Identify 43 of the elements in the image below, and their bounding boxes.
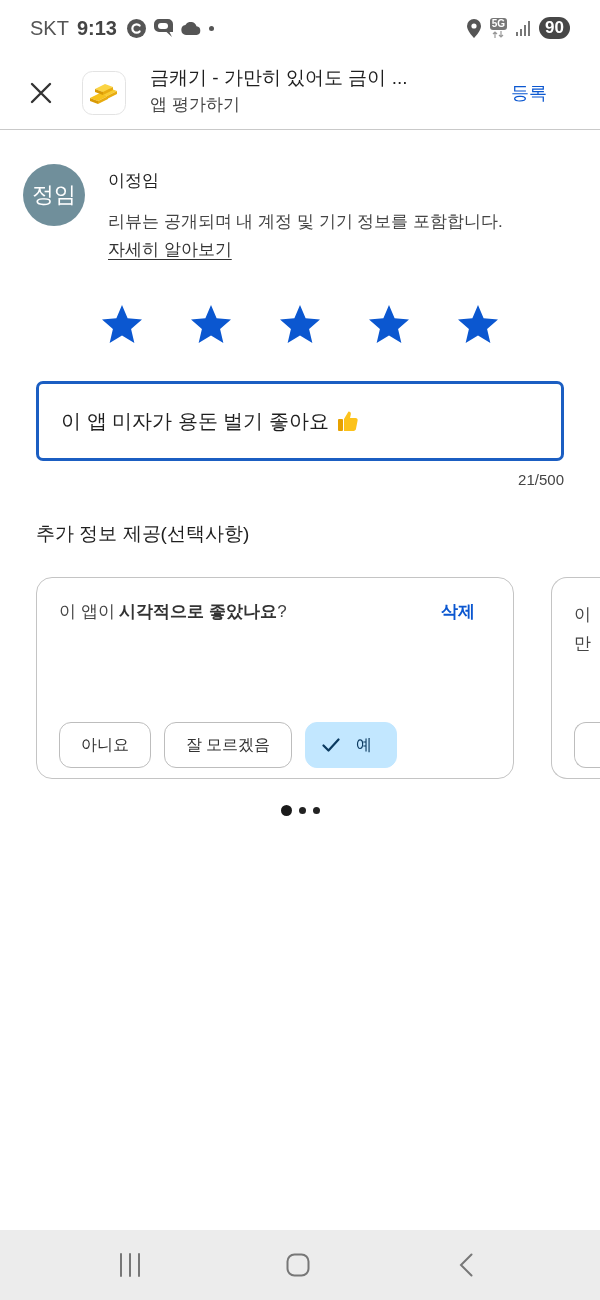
question-text: 만 (574, 634, 591, 653)
page-dot[interactable] (298, 807, 306, 814)
data-arrows-icon (492, 31, 505, 38)
chat-bubble-icon (153, 19, 173, 37)
check-icon (322, 738, 341, 752)
character-counter: 21/500 (518, 471, 564, 488)
star-icon[interactable] (458, 305, 498, 343)
clock-time: 9:13 (76, 16, 117, 40)
cloud-icon (180, 21, 201, 35)
network-type: 5G (489, 18, 508, 30)
signal-icon (516, 20, 531, 36)
section-title: 추가 정보 제공(선택사항) (36, 522, 250, 546)
home-icon[interactable] (286, 1253, 310, 1277)
battery-level: 90 (539, 17, 570, 39)
reviewer-name: 이정임 (108, 170, 159, 192)
question-text: 이 앱이 시각적으로 좋았나요? (59, 601, 288, 623)
avatar: 정임 (23, 164, 85, 226)
ingot-stack-icon (82, 70, 126, 115)
answer-chip[interactable]: 아니요 (59, 722, 151, 768)
dot-icon (208, 25, 214, 31)
star-icon[interactable] (280, 305, 320, 343)
star-icon[interactable] (102, 305, 142, 343)
carrier-name: SKT (30, 16, 69, 40)
star-icon[interactable] (191, 305, 231, 343)
page-dot[interactable] (312, 807, 320, 814)
answer-chip[interactable]: 예 (305, 722, 398, 768)
thumbs-up-icon (335, 409, 360, 433)
star-icon[interactable] (369, 305, 409, 343)
learn-more-link[interactable]: 자세히 알아보기 (108, 236, 232, 264)
recent-apps-icon[interactable] (119, 1253, 141, 1277)
question-text: 이 (574, 605, 591, 624)
clear-button[interactable]: 삭제 (441, 600, 475, 624)
review-field[interactable]: 이 앱 미자가 용돈 벌기 좋아요 (36, 381, 564, 461)
location-icon (466, 18, 481, 38)
page-dot[interactable] (280, 805, 292, 816)
submit-button[interactable]: 등록 (501, 72, 557, 113)
back-icon[interactable] (459, 1253, 473, 1277)
page-subtitle: 앱 평가하기 (150, 93, 240, 115)
app-title: 금캐기 - 가만히 있어도 금이 ... (150, 65, 408, 90)
c-circle-icon (126, 18, 146, 38)
answer-chip[interactable]: 잘 모르겠음 (164, 722, 293, 768)
privacy-notice: 리뷰는 공개되며 내 계정 및 기기 정보를 포함합니다. (108, 211, 503, 233)
close-icon[interactable] (30, 81, 52, 104)
